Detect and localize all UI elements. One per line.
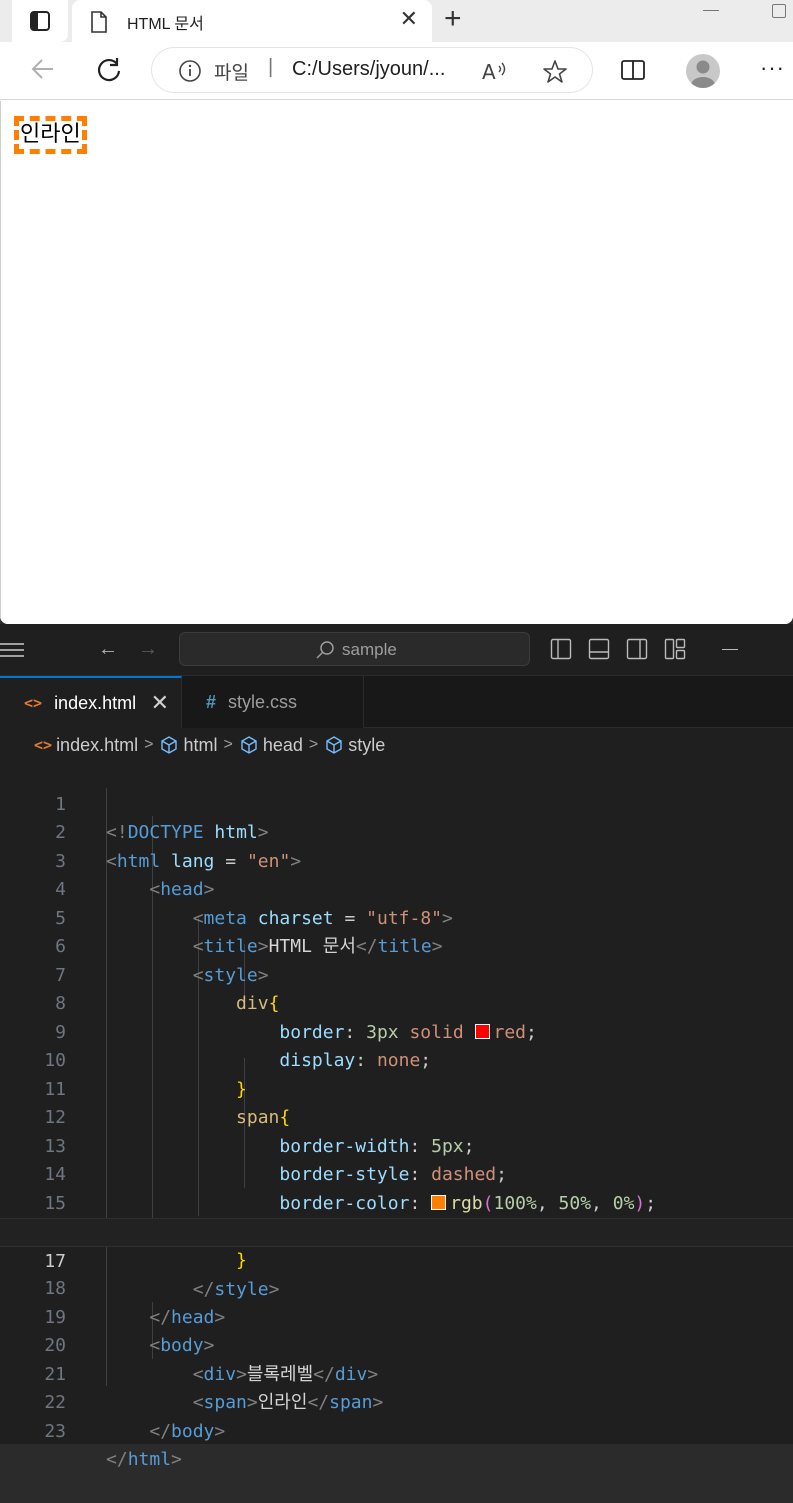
code-line: 5 <title>HTML 문서</title>	[0, 876, 793, 958]
code-line: 22 </body>	[0, 1361, 793, 1442]
svg-text:A: A	[482, 60, 496, 82]
code-text: </html>	[106, 1449, 182, 1470]
split-screen-icon[interactable]	[620, 58, 646, 82]
address-scheme-label: 파일	[214, 63, 249, 84]
symbol-element-icon	[161, 736, 178, 754]
code-line: 11 span{	[0, 1047, 793, 1129]
code-line: 9 display: none;	[0, 990, 793, 1072]
code-line: 7 div{	[0, 933, 793, 1015]
vscode-minimize-icon[interactable]	[722, 649, 738, 650]
code-line: 10 }	[0, 1019, 793, 1100]
new-tab-plus-icon[interactable]: +	[444, 4, 462, 34]
code-line: 3 <head>	[0, 819, 793, 901]
tab-index-html[interactable]: <> index.html ✕	[0, 676, 182, 728]
breadcrumb-label: head	[262, 734, 303, 755]
nav-back-arrow-icon[interactable]: ←	[98, 638, 118, 661]
window-maximize-icon[interactable]	[772, 4, 786, 18]
toggle-primary-sidebar-icon[interactable]	[550, 638, 572, 660]
code-line: 20 <div>블록레벨</div>	[0, 1304, 793, 1385]
read-aloud-icon[interactable]: A	[482, 60, 510, 82]
chevron-right-icon: >	[223, 736, 233, 753]
code-line: 8 border: 3px solid red;	[0, 962, 793, 1043]
code-line: 21 <span>인라인</span>	[0, 1332, 793, 1414]
workspaces-button[interactable]	[12, 0, 68, 42]
browser-tabstrip: HTML 문서 ✕ +	[0, 0, 793, 42]
breadcrumb-label: style	[348, 734, 386, 755]
search-placeholder: sample	[342, 640, 397, 659]
code-line: 12 border-width: 5px;	[0, 1076, 793, 1157]
breadcrumb-html[interactable]: html	[159, 735, 217, 756]
code-line: 1 <!DOCTYPE html>	[0, 762, 793, 844]
nav-forward-arrow-icon[interactable]: →	[138, 638, 158, 661]
code-line: 16 }	[0, 1190, 793, 1271]
page-viewport: 인라인	[0, 101, 793, 624]
code-line: 15 display: inline-block;	[0, 1161, 793, 1243]
css-file-icon: #	[206, 691, 217, 712]
rendered-inline-span: 인라인	[14, 116, 87, 154]
code-line: 4 <meta charset = "utf-8">	[0, 848, 793, 929]
code-line: 6 <style>	[0, 905, 793, 986]
tab-close-icon[interactable]: ✕	[400, 8, 418, 30]
code-line: 18 </head>	[0, 1247, 793, 1328]
customize-layout-icon[interactable]	[664, 638, 686, 660]
breadcrumb-head[interactable]: head	[239, 735, 303, 756]
address-url[interactable]: C:/Users/jyoun/...	[292, 58, 445, 81]
code-line: 14 border-color: rgb(100%, 50%, 0%);	[0, 1133, 793, 1214]
line-number: 23	[44, 1420, 66, 1442]
symbol-element-icon	[326, 736, 342, 754]
search-icon	[316, 641, 334, 659]
browser-tab-active[interactable]: HTML 문서 ✕	[72, 0, 432, 42]
browser-toolbar: 파일 | C:/Users/jyoun/... A ···	[0, 42, 793, 100]
profile-person-icon	[691, 60, 715, 88]
info-icon[interactable]	[178, 59, 202, 83]
breadcrumb-file[interactable]: <> index.html	[34, 735, 138, 756]
breadcrumb-style[interactable]: style	[324, 735, 385, 756]
html-file-icon: <>	[34, 736, 53, 754]
back-arrow-icon[interactable]	[30, 56, 56, 82]
editor-tabs: <> index.html ✕ # style.css	[0, 676, 793, 728]
breadcrumb-label: html	[183, 734, 218, 755]
window-minimize-icon[interactable]	[703, 10, 719, 11]
vscode-window: ← → sample <> index.html ✕ # style.css <…	[0, 624, 793, 1471]
code-line: 23 </html>	[0, 1389, 793, 1471]
toggle-panel-icon[interactable]	[588, 638, 610, 660]
browser-window: HTML 문서 ✕ + 파일 | C:/Users/jyoun/... A ··…	[0, 0, 793, 624]
document-icon	[91, 11, 107, 33]
code-text: </body>	[149, 1420, 226, 1442]
code-line: 13 border-style: dashed;	[0, 1104, 793, 1186]
code-line: 2 <html lang = "en">	[0, 791, 793, 872]
layout-controls	[550, 638, 686, 660]
command-center-search[interactable]: sample	[179, 632, 530, 666]
breadcrumb-label: index.html	[56, 734, 139, 755]
breadcrumb: <> index.html > html > head > style	[0, 730, 793, 760]
code-line: 19 <body>	[0, 1275, 793, 1357]
vscode-titlebar: ← → sample	[0, 624, 793, 676]
tab-actions-icon	[30, 11, 50, 31]
profile-avatar[interactable]	[686, 54, 720, 88]
tab-label: style.css	[228, 691, 298, 712]
code-editor[interactable]: 1 <!DOCTYPE html> 2 <html lang = "en"> 3…	[0, 762, 793, 1471]
tab-style-css[interactable]: # style.css	[182, 676, 364, 728]
more-options-icon[interactable]: ···	[760, 55, 785, 81]
symbol-element-icon	[241, 736, 257, 754]
tab-close-icon[interactable]: ✕	[151, 690, 169, 716]
tab-title: HTML 문서	[127, 16, 204, 33]
tab-label: index.html	[54, 692, 137, 713]
hamburger-menu-icon[interactable]	[0, 642, 26, 658]
address-separator: |	[268, 56, 274, 78]
toggle-secondary-sidebar-icon[interactable]	[626, 638, 648, 660]
chevron-right-icon: >	[144, 736, 154, 753]
html-file-icon: <>	[24, 694, 43, 712]
code-line-current: 17 </style>	[0, 1218, 793, 1300]
reload-icon[interactable]	[95, 56, 123, 84]
chevron-right-icon: >	[308, 736, 319, 753]
address-bar[interactable]: 파일 | C:/Users/jyoun/... A	[152, 48, 592, 92]
favorite-star-icon[interactable]	[542, 59, 568, 85]
